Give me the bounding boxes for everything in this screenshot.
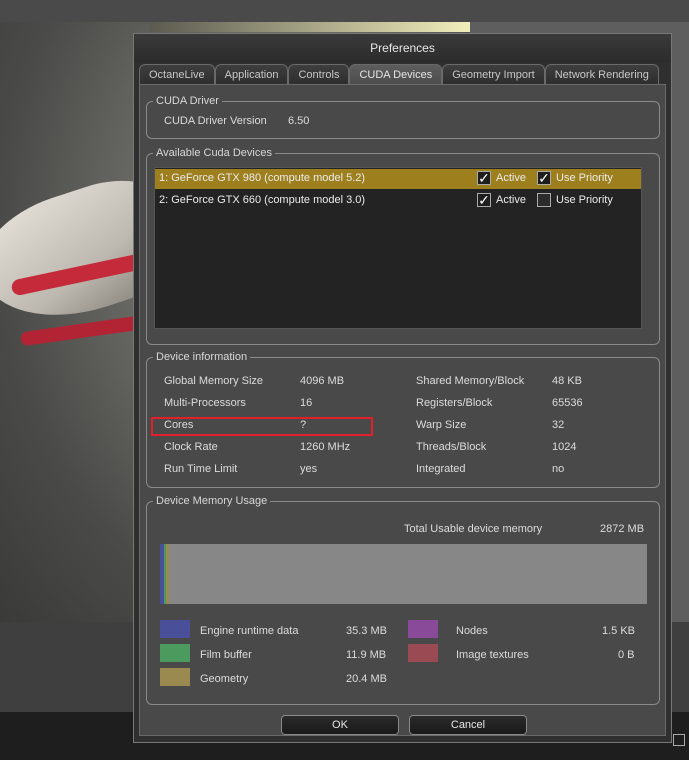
tab-octanelive[interactable]: OctaneLive <box>139 64 215 84</box>
device-name: 1: GeForce GTX 980 (compute model 5.2) <box>159 172 366 184</box>
group-title: CUDA Driver <box>153 94 222 108</box>
driver-version-label: CUDA Driver Version <box>164 115 267 127</box>
info-value: 1260 MHz <box>300 441 351 453</box>
background-top-bar <box>0 0 689 22</box>
active-checkbox[interactable]: ✓ <box>477 171 491 185</box>
legend-swatch-nodes <box>408 620 438 638</box>
tab-bar: OctaneLive Application Controls CUDA Dev… <box>139 64 659 84</box>
info-label: Threads/Block <box>416 441 487 453</box>
info-value: no <box>552 463 565 475</box>
tab-geometry-import[interactable]: Geometry Import <box>442 64 545 84</box>
info-value: yes <box>300 463 318 475</box>
info-label: Warp Size <box>416 419 467 431</box>
tab-network-rendering[interactable]: Network Rendering <box>544 64 659 84</box>
active-label: Active <box>496 194 526 206</box>
device-list: 1: GeForce GTX 980 (compute model 5.2) ✓… <box>154 167 642 329</box>
legend-value: 11.9 MB <box>346 649 387 661</box>
active-checkbox[interactable]: ✓ <box>477 193 491 207</box>
legend-label: Film buffer <box>200 649 252 661</box>
info-label: Global Memory Size <box>164 375 264 387</box>
legend-value: 20.4 MB <box>346 673 387 685</box>
active-label: Active <box>496 172 526 184</box>
device-row[interactable]: 2: GeForce GTX 660 (compute model 3.0) ✓… <box>155 191 641 211</box>
legend-swatch-film-buffer <box>160 644 190 662</box>
ok-button[interactable]: OK <box>281 715 399 735</box>
total-memory-label: Total Usable device memory <box>404 523 543 535</box>
info-label: Shared Memory/Block <box>416 375 525 387</box>
group-title: Available Cuda Devices <box>153 146 275 160</box>
cuda-driver-group: CUDA Driver CUDA Driver Version 6.50 <box>146 94 660 139</box>
group-title: Device information <box>153 350 251 364</box>
available-devices-group: Available Cuda Devices 1: GeForce GTX 98… <box>146 146 660 345</box>
tab-controls[interactable]: Controls <box>288 64 350 84</box>
cancel-button[interactable]: Cancel <box>409 715 527 735</box>
info-label: Registers/Block <box>416 397 493 409</box>
legend-value: 1.5 KB <box>602 625 636 637</box>
cores-highlight-box <box>151 417 373 436</box>
device-name: 2: GeForce GTX 660 (compute model 3.0) <box>159 194 366 206</box>
resize-icon[interactable] <box>673 734 685 746</box>
use-priority-label: Use Priority <box>556 194 613 206</box>
dialog-title: Preferences <box>134 34 671 62</box>
memory-usage-group: Device Memory Usage Total Usable device … <box>146 494 660 705</box>
info-label: Run Time Limit <box>164 463 238 475</box>
info-value: 48 KB <box>552 375 582 387</box>
legend-label: Image textures <box>456 649 529 661</box>
group-title: Device Memory Usage <box>153 494 271 508</box>
use-priority-checkbox[interactable] <box>537 193 551 207</box>
tab-cuda-devices[interactable]: CUDA Devices <box>349 64 443 84</box>
use-priority-checkbox[interactable]: ✓ <box>537 171 551 185</box>
legend-label: Engine runtime data <box>200 625 299 637</box>
device-row[interactable]: 1: GeForce GTX 980 (compute model 5.2) ✓… <box>155 169 641 189</box>
legend-label: Geometry <box>200 673 249 685</box>
tab-panel: CUDA Driver CUDA Driver Version 6.50 Ava… <box>139 84 666 736</box>
preferences-dialog: Preferences OctaneLive Application Contr… <box>133 33 672 743</box>
info-value: 4096 MB <box>300 375 345 387</box>
memory-usage-bar <box>160 544 647 604</box>
info-label: Clock Rate <box>164 441 218 453</box>
info-value: 1024 <box>552 441 577 453</box>
info-value: 65536 <box>552 397 583 409</box>
info-value: 16 <box>300 397 313 409</box>
info-label: Integrated <box>416 463 466 475</box>
legend-swatch-geometry <box>160 668 190 686</box>
info-value: 32 <box>552 419 565 431</box>
device-info-group: Device information Global Memory Size 40… <box>146 350 660 488</box>
legend-label: Nodes <box>456 625 488 637</box>
legend-value: 35.3 MB <box>346 625 387 637</box>
driver-version-value: 6.50 <box>288 115 310 127</box>
legend-value: 0 B <box>618 649 635 661</box>
total-memory-value: 2872 MB <box>600 523 645 535</box>
info-label: Multi-Processors <box>164 397 246 409</box>
tab-application[interactable]: Application <box>214 64 289 84</box>
viewport-highlight <box>150 22 470 32</box>
legend-swatch-image-textures <box>408 644 438 662</box>
use-priority-label: Use Priority <box>556 172 613 184</box>
legend-swatch-engine-runtime <box>160 620 190 638</box>
segment-geometry <box>166 544 169 604</box>
